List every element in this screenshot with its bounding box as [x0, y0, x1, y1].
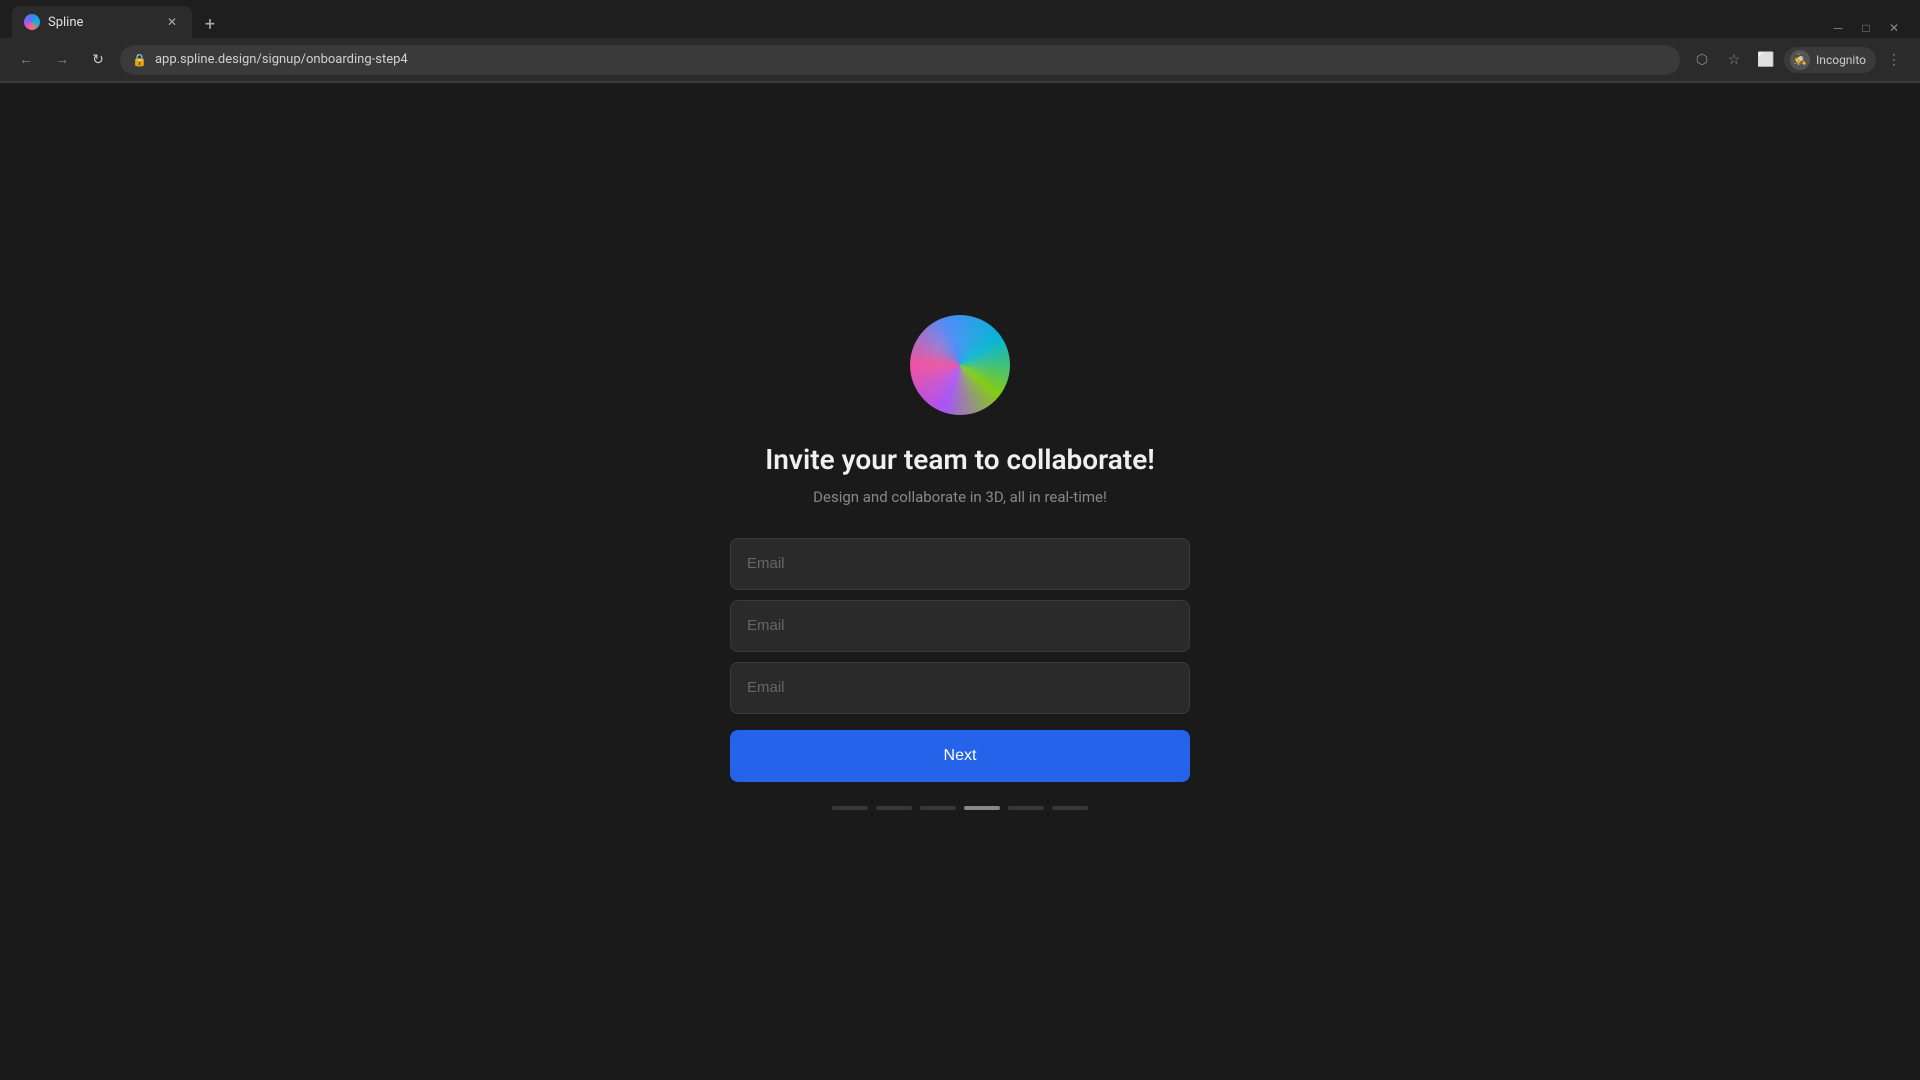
email-input-2[interactable] [730, 600, 1190, 652]
new-tab-button[interactable]: + [196, 10, 224, 38]
close-window-icon[interactable]: ✕ [1884, 18, 1904, 38]
step-dot-1 [832, 806, 868, 810]
next-button[interactable]: Next [730, 730, 1190, 782]
address-bar[interactable]: 🔒 app.spline.design/signup/onboarding-st… [120, 45, 1680, 75]
page-subtitle: Design and collaborate in 3D, all in rea… [813, 488, 1107, 506]
hero-illustration [910, 315, 1010, 415]
toolbar-actions: ⬡ ☆ ⬜ 🕵 Incognito ⋮ [1688, 46, 1908, 74]
step-dot-5 [1008, 806, 1044, 810]
step-dot-4 [964, 806, 1000, 810]
incognito-label: Incognito [1816, 53, 1866, 67]
back-button[interactable]: ← [12, 46, 40, 74]
maximize-icon[interactable]: □ [1856, 18, 1876, 38]
url-text: app.spline.design/signup/onboarding-step… [155, 52, 408, 67]
tab-close-button[interactable]: ✕ [164, 14, 180, 30]
forward-button[interactable]: → [48, 46, 76, 74]
incognito-badge[interactable]: 🕵 Incognito [1784, 47, 1876, 73]
email-input-1[interactable] [730, 538, 1190, 590]
tab-title: Spline [48, 15, 156, 30]
cast-icon[interactable]: ⬡ [1688, 46, 1716, 74]
step-dot-3 [920, 806, 956, 810]
step-dot-6 [1052, 806, 1088, 810]
incognito-avatar: 🕵 [1790, 50, 1810, 70]
extensions-icon[interactable]: ⬜ [1752, 46, 1780, 74]
bookmark-icon[interactable]: ☆ [1720, 46, 1748, 74]
browser-tab[interactable]: Spline ✕ [12, 6, 192, 38]
email-inputs-group [730, 538, 1190, 714]
menu-icon[interactable]: ⋮ [1880, 46, 1908, 74]
refresh-button[interactable]: ↻ [84, 46, 112, 74]
lock-icon: 🔒 [132, 53, 147, 67]
page-content: Invite your team to collaborate! Design … [0, 83, 1920, 1041]
minimize-icon[interactable]: ─ [1828, 18, 1848, 38]
tab-bar: Spline ✕ + ─ □ ✕ [0, 0, 1920, 38]
step-dot-2 [876, 806, 912, 810]
step-indicators [832, 806, 1088, 810]
onboarding-container: Invite your team to collaborate! Design … [730, 315, 1190, 810]
spline-favicon [24, 14, 40, 30]
page-title: Invite your team to collaborate! [765, 443, 1155, 476]
browser-chrome: Spline ✕ + ─ □ ✕ ← → ↻ 🔒 app.spline.desi… [0, 0, 1920, 83]
email-input-3[interactable] [730, 662, 1190, 714]
browser-toolbar: ← → ↻ 🔒 app.spline.design/signup/onboard… [0, 38, 1920, 82]
